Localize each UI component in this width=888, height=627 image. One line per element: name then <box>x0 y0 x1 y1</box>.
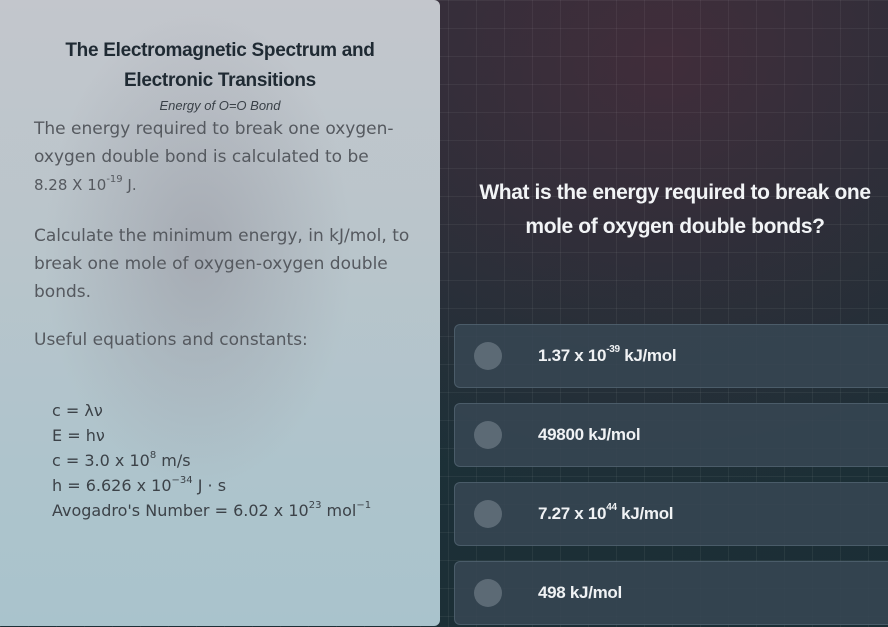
constant-c: c = 3.0 x 108 m/s <box>52 448 422 473</box>
radio-circle-icon[interactable] <box>474 500 502 528</box>
problem-statement: The energy required to break one oxygen-… <box>34 115 414 199</box>
panel-subtitle: Energy of O=O Bond <box>159 98 281 113</box>
info-panel: The Electromagnetic Spectrum and Electro… <box>0 0 440 626</box>
answer-option-1-label: 1.37 x 10-39 kJ/mol <box>538 344 677 366</box>
answer-option-4[interactable]: 498 kJ/mol <box>454 561 888 625</box>
answer-option-3-exponent: 44 <box>606 502 617 514</box>
constant-avogadro-exponent: 23 <box>308 499 322 511</box>
constant-h-unit: J · s <box>192 476 227 495</box>
panel-title: The Electromagnetic Spectrum and Electro… <box>20 36 420 96</box>
constant-avogadro-unit: mol <box>321 501 357 520</box>
answer-option-3-label: 7.27 x 1044 kJ/mol <box>538 502 674 524</box>
equations-heading: Useful equations and constants: <box>34 330 308 350</box>
answer-option-1-base: 1.37 x 10 <box>538 346 607 365</box>
answer-option-1-exponent: -39 <box>606 344 620 356</box>
answer-option-1[interactable]: 1.37 x 10-39 kJ/mol <box>454 324 888 388</box>
constant-h-exponent: −34 <box>171 474 193 486</box>
answer-option-3-unit: kJ/mol <box>616 504 674 523</box>
problem-text: The energy required to break one oxygen-… <box>34 119 394 167</box>
bond-energy-unit: J. <box>122 176 137 194</box>
bond-energy-value: 8.28 X 10-19 J. <box>34 174 137 195</box>
bond-energy-base: 8.28 X 10 <box>34 176 107 194</box>
constant-avogadro-base: Avogadro's Number = 6.02 x 10 <box>52 501 309 520</box>
constant-h: h = 6.626 x 10−34 J · s <box>52 473 422 498</box>
answer-option-1-unit: kJ/mol <box>619 346 677 365</box>
constant-h-base: h = 6.626 x 10 <box>52 476 172 495</box>
equation-speed-of-light: c = λν <box>52 401 103 420</box>
radio-circle-icon[interactable] <box>474 342 502 370</box>
panel-title-line-2: Electronic Transitions <box>124 70 316 91</box>
answer-option-2-label: 49800 kJ/mol <box>538 425 641 444</box>
task-instruction: Calculate the minimum energy, in kJ/mol,… <box>34 226 410 302</box>
constant-c-base: c = 3.0 x 10 <box>52 451 150 470</box>
answer-option-2[interactable]: 49800 kJ/mol <box>454 403 888 467</box>
radio-circle-icon[interactable] <box>474 579 502 607</box>
bond-energy-exponent: -19 <box>106 174 123 185</box>
constant-c-exponent: 8 <box>149 449 157 461</box>
panel-title-line-1: The Electromagnetic Spectrum and <box>65 40 375 61</box>
answer-option-3-base: 7.27 x 10 <box>538 504 607 523</box>
constant-avogadro-unit-exponent: −1 <box>356 499 372 511</box>
answer-option-3[interactable]: 7.27 x 1044 kJ/mol <box>454 482 888 546</box>
answer-option-4-label: 498 kJ/mol <box>538 583 622 602</box>
constant-avogadro: Avogadro's Number = 6.02 x 1023 mol−1 <box>52 498 422 523</box>
equations-list: c = λν E = hν c = 3.0 x 108 m/s h = 6.62… <box>52 398 422 523</box>
constant-c-unit: m/s <box>156 451 191 470</box>
question-text: What is the energy required to break one… <box>479 181 871 238</box>
equation-photon-energy: E = hν <box>52 426 105 445</box>
radio-circle-icon[interactable] <box>474 421 502 449</box>
